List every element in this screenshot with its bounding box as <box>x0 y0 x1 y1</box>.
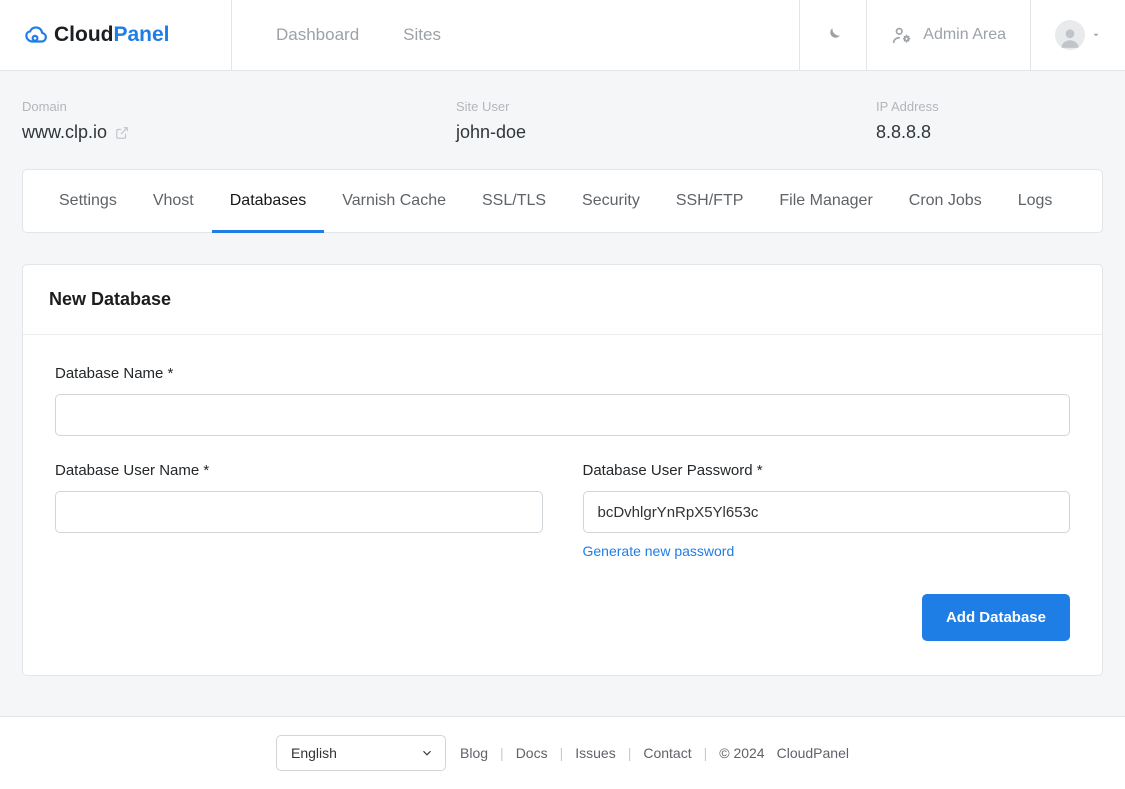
moon-icon <box>824 26 842 44</box>
panel-body: Database Name * Database User Name * Dat… <box>23 335 1102 675</box>
footer-links: Blog | Docs | Issues | Contact | © 2024 … <box>460 745 849 761</box>
db-password-label: Database User Password * <box>583 462 1071 479</box>
topbar: CloudPanel Dashboard Sites Admin Area <box>0 0 1125 71</box>
tab-databases[interactable]: Databases <box>212 170 325 232</box>
footer-docs[interactable]: Docs <box>516 745 548 761</box>
site-user-value: john-doe <box>456 122 616 143</box>
tab-ssl[interactable]: SSL/TLS <box>464 170 564 232</box>
db-user-label: Database User Name * <box>55 462 543 479</box>
site-info: Domain www.clp.io Site User john-doe IP … <box>22 71 1103 169</box>
language-select-wrap: English <box>276 735 446 771</box>
footer-brand: CloudPanel <box>777 745 849 761</box>
domain-label: Domain <box>22 99 196 114</box>
language-select[interactable]: English <box>276 735 446 771</box>
logo-text: CloudPanel <box>54 23 170 47</box>
panel-header: New Database <box>23 265 1102 335</box>
site-user-label: Site User <box>456 99 616 114</box>
tab-file-manager[interactable]: File Manager <box>761 170 890 232</box>
tab-security[interactable]: Security <box>564 170 658 232</box>
chevron-down-icon <box>1091 30 1101 40</box>
external-link-icon[interactable] <box>115 126 129 140</box>
footer-copyright: © 2024 <box>719 745 764 761</box>
ip-value: 8.8.8.8 <box>876 122 939 143</box>
db-name-input[interactable] <box>55 394 1070 436</box>
content: Domain www.clp.io Site User john-doe IP … <box>0 71 1125 676</box>
tab-logs[interactable]: Logs <box>1000 170 1071 232</box>
tab-cron[interactable]: Cron Jobs <box>891 170 1000 232</box>
users-gear-icon <box>891 24 913 46</box>
logo[interactable]: CloudPanel <box>0 0 232 70</box>
admin-area-link[interactable]: Admin Area <box>866 0 1030 70</box>
tab-settings[interactable]: Settings <box>41 170 135 232</box>
nav-dashboard[interactable]: Dashboard <box>276 25 359 45</box>
admin-area-label: Admin Area <box>923 26 1006 44</box>
tab-ssh[interactable]: SSH/FTP <box>658 170 762 232</box>
new-database-panel: New Database Database Name * Database Us… <box>22 264 1103 676</box>
tabs: Settings Vhost Databases Varnish Cache S… <box>22 169 1103 233</box>
panel-title: New Database <box>49 289 1076 310</box>
footer-issues[interactable]: Issues <box>575 745 615 761</box>
top-right: Admin Area <box>799 0 1125 70</box>
tab-varnish[interactable]: Varnish Cache <box>324 170 464 232</box>
user-menu[interactable] <box>1030 0 1125 70</box>
tab-vhost[interactable]: Vhost <box>135 170 212 232</box>
avatar <box>1055 20 1085 50</box>
add-database-button[interactable]: Add Database <box>922 594 1070 641</box>
db-name-label: Database Name * <box>55 365 1070 382</box>
domain-value: www.clp.io <box>22 122 196 143</box>
cloud-icon <box>22 22 48 48</box>
avatar-icon <box>1057 24 1083 50</box>
db-user-input[interactable] <box>55 491 543 533</box>
footer-blog[interactable]: Blog <box>460 745 488 761</box>
ip-label: IP Address <box>876 99 939 114</box>
theme-toggle[interactable] <box>799 0 866 70</box>
footer: English Blog | Docs | Issues | Contact |… <box>0 716 1125 789</box>
footer-contact[interactable]: Contact <box>643 745 691 761</box>
db-password-input[interactable] <box>583 491 1071 533</box>
nav-sites[interactable]: Sites <box>403 25 441 45</box>
generate-password-link[interactable]: Generate new password <box>583 543 735 559</box>
main-nav: Dashboard Sites <box>232 25 799 45</box>
